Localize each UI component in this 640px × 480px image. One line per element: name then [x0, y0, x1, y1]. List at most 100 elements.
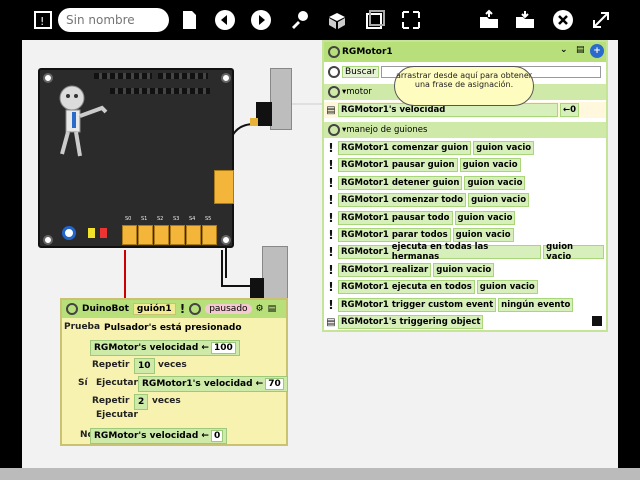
command-tile[interactable]: RGMotor1 pausar guion	[338, 158, 458, 173]
expand-icon[interactable]	[588, 7, 614, 33]
command-tile[interactable]: RGMotor1 parar todos	[338, 228, 451, 242]
script-editor[interactable]: DuinoBot guión1 ! pausado ⚙ ▤ Prueba Pul…	[60, 298, 288, 446]
supplies-icon[interactable]	[324, 7, 350, 33]
project-name-input[interactable]	[58, 8, 169, 32]
command-argument[interactable]: guion vacio	[473, 141, 535, 155]
script-status[interactable]: pausado	[205, 304, 252, 314]
command-argument[interactable]: guion vacio	[433, 262, 495, 277]
new-page-icon[interactable]	[176, 7, 202, 33]
execute-label: Ejecutar	[96, 378, 138, 388]
category-scripts[interactable]: ▾ manejo de guiones	[324, 122, 606, 138]
exclamation-icon[interactable]: !	[324, 141, 338, 155]
exclamation-icon[interactable]: !	[324, 211, 338, 225]
dc-motor-body[interactable]	[270, 68, 292, 130]
tile-value[interactable]: 0	[210, 430, 224, 442]
exclamation-icon[interactable]: !	[324, 158, 338, 172]
command-tile[interactable]: RGMotor1 ejecuta en todas las hermanas	[337, 242, 542, 262]
else-velocity-tile[interactable]: RGMotor's velocidad ← 0	[90, 428, 228, 444]
duinobot-board[interactable]: S0 S1 S2 S3 S4 S5	[38, 68, 234, 248]
command-row[interactable]: ! RGMotor1 realizar guion vacio	[324, 262, 606, 278]
command-tile[interactable]: RGMotor1 comenzar guion	[338, 141, 472, 155]
menu-icon[interactable]: ▤	[576, 45, 585, 55]
previous-page-icon[interactable]	[212, 7, 238, 33]
command-row[interactable]: ! RGMotor1 ejecuta en todas las hermanas gu…	[324, 242, 606, 262]
command-tile[interactable]: RGMotor1 detener guion	[338, 175, 463, 190]
repeat-count[interactable]: 2	[138, 397, 144, 407]
category-toggle-icon[interactable]	[328, 86, 340, 98]
tile-value[interactable]: 100	[210, 342, 236, 354]
paint-icon[interactable]	[286, 7, 312, 33]
command-row[interactable]: ! RGMotor1 detener guion guion vacio	[324, 175, 606, 191]
port-s4[interactable]	[186, 225, 201, 245]
script-name[interactable]: guión1	[132, 303, 176, 315]
load-project-icon[interactable]	[476, 7, 502, 33]
exclamation-icon[interactable]: !	[180, 302, 185, 316]
velocity-value[interactable]: ← 0	[560, 103, 580, 117]
port-s3[interactable]	[170, 225, 185, 245]
tile-value[interactable]: 70	[265, 378, 284, 390]
velocity-number[interactable]: 0	[570, 105, 576, 115]
port-s2[interactable]	[154, 225, 169, 245]
command-row[interactable]: ! RGMotor1 ejecuta en todos guion vacio	[324, 279, 606, 295]
reset-button[interactable]	[100, 228, 107, 238]
tile-operator: ←	[201, 431, 209, 441]
menu-icon[interactable]: ▤	[324, 317, 338, 328]
menu-icon[interactable]: ▤	[324, 105, 338, 116]
command-argument[interactable]: guion vacio	[476, 280, 538, 295]
command-row[interactable]: ! RGMotor1 comenzar todo guion vacio	[324, 192, 606, 208]
exclamation-icon[interactable]: !	[324, 263, 338, 277]
run-icon[interactable]	[189, 303, 202, 315]
category-toggle-icon[interactable]	[328, 124, 340, 136]
command-row[interactable]: ! RGMotor1 pausar todo guion vacio	[324, 210, 606, 226]
exclamation-icon[interactable]: !	[324, 245, 338, 259]
command-row[interactable]: ! RGMotor1 parar todos guion vacio	[324, 227, 606, 243]
execute-velocity-tile[interactable]: RGMotor1's velocidad ← 70	[138, 376, 288, 392]
app-menu-icon[interactable]: !	[30, 7, 56, 33]
command-tile[interactable]: RGMotor1 trigger custom event	[338, 297, 497, 312]
command-tile[interactable]: RGMotor1 ejecuta en todos	[338, 280, 475, 295]
command-argument[interactable]: guion vacio	[464, 175, 526, 190]
command-argument[interactable]: guion vacio	[454, 210, 516, 225]
repeat-count[interactable]: 10	[138, 361, 151, 371]
exclamation-icon[interactable]: !	[324, 298, 338, 312]
world-canvas[interactable]: S0 S1 S2 S3 S4 S5 DuinoBot guión1 ! paus…	[22, 40, 618, 468]
exclamation-icon[interactable]: !	[324, 176, 338, 190]
exclamation-icon[interactable]: !	[324, 228, 338, 242]
command-argument[interactable]: guion vacio	[459, 158, 521, 173]
command-argument[interactable]: ningún evento	[498, 297, 574, 312]
command-tile[interactable]: RGMotor1 comenzar todo	[338, 193, 467, 208]
exclamation-icon[interactable]: !	[324, 193, 338, 207]
command-tile[interactable]: RGMotor1 realizar	[338, 262, 432, 277]
collapse-icon[interactable]	[66, 303, 78, 315]
port-s1[interactable]	[138, 225, 153, 245]
command-row[interactable]: ! RGMotor1 pausar guion guion vacio	[324, 157, 606, 173]
repeat-count-tile[interactable]: 2	[134, 394, 149, 410]
search-toggle-icon[interactable]	[328, 66, 340, 78]
power-button[interactable]	[62, 226, 76, 240]
exclamation-icon[interactable]: !	[324, 280, 338, 294]
next-page-icon[interactable]	[248, 7, 274, 33]
add-category-icon[interactable]: +	[590, 44, 604, 58]
fullscreen-icon[interactable]	[398, 7, 424, 33]
port-s5[interactable]	[202, 225, 217, 245]
collapse-icon[interactable]	[328, 46, 340, 58]
gear-icon[interactable]: ⚙	[256, 304, 264, 314]
chevron-down-icon[interactable]: ⌄	[560, 45, 568, 55]
pushbutton-sensor-body[interactable]	[262, 246, 288, 302]
command-argument[interactable]: guion vacio	[468, 193, 530, 208]
objects-catalog-icon[interactable]	[362, 7, 388, 33]
command-argument[interactable]: guion vacio	[543, 242, 604, 262]
menu-icon[interactable]: ▤	[268, 304, 277, 314]
triggering-object-row[interactable]: ▤ RGMotor1's triggering object	[324, 314, 606, 330]
command-argument[interactable]: guion vacio	[452, 228, 514, 242]
command-row[interactable]: ! RGMotor1 comenzar guion guion vacio	[324, 140, 606, 156]
command-row[interactable]: ! RGMotor1 trigger custom event ningún even…	[324, 297, 606, 313]
set-velocity-tile[interactable]: RGMotor's velocidad ← 100	[90, 340, 240, 356]
close-icon[interactable]	[550, 7, 576, 33]
port-s0[interactable]	[122, 225, 137, 245]
test-condition[interactable]: Pulsador's está presionado	[100, 320, 246, 336]
triggering-object-getter[interactable]: RGMotor1's triggering object	[338, 315, 484, 329]
command-tile[interactable]: RGMotor1 pausar todo	[338, 210, 453, 225]
save-project-icon[interactable]	[512, 7, 538, 33]
repeat-count-tile[interactable]: 10	[134, 358, 155, 374]
